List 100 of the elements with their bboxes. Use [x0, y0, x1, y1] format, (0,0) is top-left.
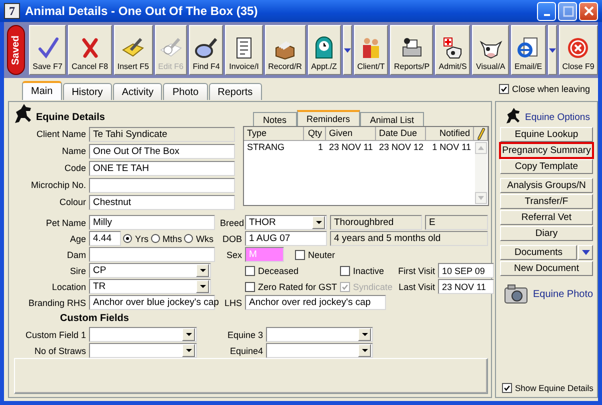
toolbar-button[interactable]: Visual/A [472, 25, 509, 75]
dropdown-field[interactable]: CP [89, 263, 211, 278]
text-field[interactable]: E [425, 215, 488, 230]
tab[interactable]: Reminders [296, 110, 360, 126]
toolbar-button[interactable]: Record/R [264, 25, 306, 75]
dropdown-field[interactable] [266, 343, 373, 358]
column-header[interactable]: Given [326, 127, 376, 140]
column-header[interactable]: Qty [304, 127, 326, 140]
tab[interactable]: Photo [163, 83, 208, 100]
caret-icon [184, 347, 192, 354]
text-field[interactable]: One Out Of The Box [89, 144, 235, 158]
option-button[interactable]: Pregnancy Summary [500, 143, 593, 158]
field-label: Equine4 [228, 346, 263, 356]
toolbar-button[interactable]: Email/E [510, 25, 546, 75]
dropdown-field[interactable] [266, 327, 373, 342]
dropdown-field[interactable]: THOR [245, 215, 327, 230]
toolbar-button[interactable]: Appt./Z [308, 25, 341, 75]
horse-icon [504, 107, 522, 125]
option-button[interactable]: Equine Lookup [500, 127, 593, 142]
checkbox[interactable] [502, 383, 512, 393]
column-header[interactable]: Date Due [376, 127, 426, 140]
dropdown-button[interactable] [196, 280, 209, 293]
dropdown-button[interactable] [358, 344, 371, 357]
text-field[interactable]: Milly [89, 215, 215, 230]
text-field[interactable] [89, 178, 235, 192]
text-field[interactable]: 1 AUG 07 [245, 231, 327, 246]
dropdown-field[interactable] [89, 343, 197, 358]
text-field[interactable] [89, 247, 215, 262]
text-field[interactable]: Anchor over red jockey's cap [245, 295, 386, 310]
radio-label: Yrs [135, 234, 148, 244]
option-button[interactable]: New Document [500, 261, 593, 276]
dropdown-field[interactable] [89, 327, 197, 342]
minimize-button[interactable] [537, 2, 556, 20]
radio-label: Mths [162, 234, 182, 244]
field-label: Microchip No. [30, 180, 86, 190]
field-label: Branding RHS [27, 298, 86, 308]
tab[interactable]: Reports [208, 83, 262, 100]
dropdown-button[interactable] [312, 216, 325, 229]
field-label: Sire [68, 266, 86, 276]
text-field[interactable]: 10 SEP 09 [438, 263, 494, 278]
toolbar-button[interactable]: Invoice/I [225, 25, 263, 75]
option-button[interactable]: Copy Template [500, 159, 593, 174]
text-field[interactable]: ONE TE TAH [89, 160, 235, 176]
caret-icon [548, 46, 556, 54]
column-header[interactable]: Notified [426, 127, 474, 140]
toolbar-button[interactable]: Admit/S [435, 25, 470, 75]
checkbox[interactable] [295, 250, 305, 260]
toolbar-button[interactable]: Save F7 [29, 25, 66, 75]
checkbox[interactable] [340, 266, 350, 276]
option-button[interactable]: Documents [500, 245, 577, 260]
radio-button[interactable] [123, 234, 132, 243]
toolbar-button[interactable]: Reports/P [390, 25, 434, 75]
tab[interactable]: Activity [112, 83, 162, 100]
table-cell-text: 23 NOV 12 [378, 141, 425, 154]
toolbar-button[interactable]: Cancel F8 [68, 25, 112, 75]
dropdown-button[interactable] [548, 25, 557, 75]
tab[interactable]: Main [22, 81, 62, 100]
field-label: Colour [58, 197, 86, 207]
dropdown-field[interactable]: TR [89, 279, 211, 294]
text-field[interactable]: Thoroughbred [330, 215, 422, 230]
column-header[interactable]: Type [244, 127, 304, 140]
maximize-button[interactable] [558, 2, 577, 20]
checkbox[interactable] [245, 282, 255, 292]
tab[interactable]: History [62, 83, 112, 100]
scrollbar[interactable] [475, 142, 487, 204]
check-icon [500, 84, 508, 94]
text-field[interactable]: 4 years and 5 months old [330, 231, 488, 246]
text-field[interactable]: Te Tahi Syndicate [89, 126, 235, 142]
caret-icon [360, 331, 368, 338]
checkbox[interactable] [245, 266, 255, 276]
toolbar-button[interactable]: Client/T [354, 25, 388, 75]
radio-button[interactable] [184, 234, 194, 243]
checkbox[interactable] [498, 84, 509, 94]
toolbar-button[interactable]: Find F4 [189, 25, 224, 75]
caret-icon [314, 219, 322, 226]
text-field[interactable]: 4.44 [89, 231, 121, 246]
dropdown-button[interactable] [358, 328, 371, 341]
close-button[interactable] [579, 2, 598, 20]
section-title: Custom Fields [59, 312, 130, 326]
link[interactable]: Equine Photo [533, 288, 594, 300]
option-button[interactable]: Diary [500, 226, 593, 241]
toolbar-button[interactable]: Insert F5 [114, 25, 153, 75]
option-button[interactable]: Analysis Groups/N [500, 178, 593, 193]
dropdown-button[interactable] [196, 264, 209, 277]
toolbar-button[interactable]: Close F9 [558, 25, 598, 75]
field-label: DOB [221, 234, 242, 244]
field-label: Custom Field 1 [24, 330, 86, 340]
dropdown-button[interactable] [342, 25, 352, 75]
text-field[interactable]: 23 NOV 11 [438, 279, 494, 294]
tab[interactable]: Animal List [360, 112, 424, 126]
dropdown-button[interactable] [578, 245, 593, 260]
table-cell-text: 1 NOV 11 [431, 141, 472, 154]
dropdown-button[interactable] [182, 328, 195, 341]
option-button[interactable]: Referral Vet [500, 210, 593, 225]
horse-icon [12, 103, 34, 125]
text-field[interactable]: Chestnut [89, 194, 235, 210]
dropdown-button[interactable] [182, 344, 195, 357]
tab[interactable]: Notes [253, 112, 297, 126]
radio-button[interactable] [150, 234, 160, 243]
option-button[interactable]: Transfer/F [500, 194, 593, 209]
